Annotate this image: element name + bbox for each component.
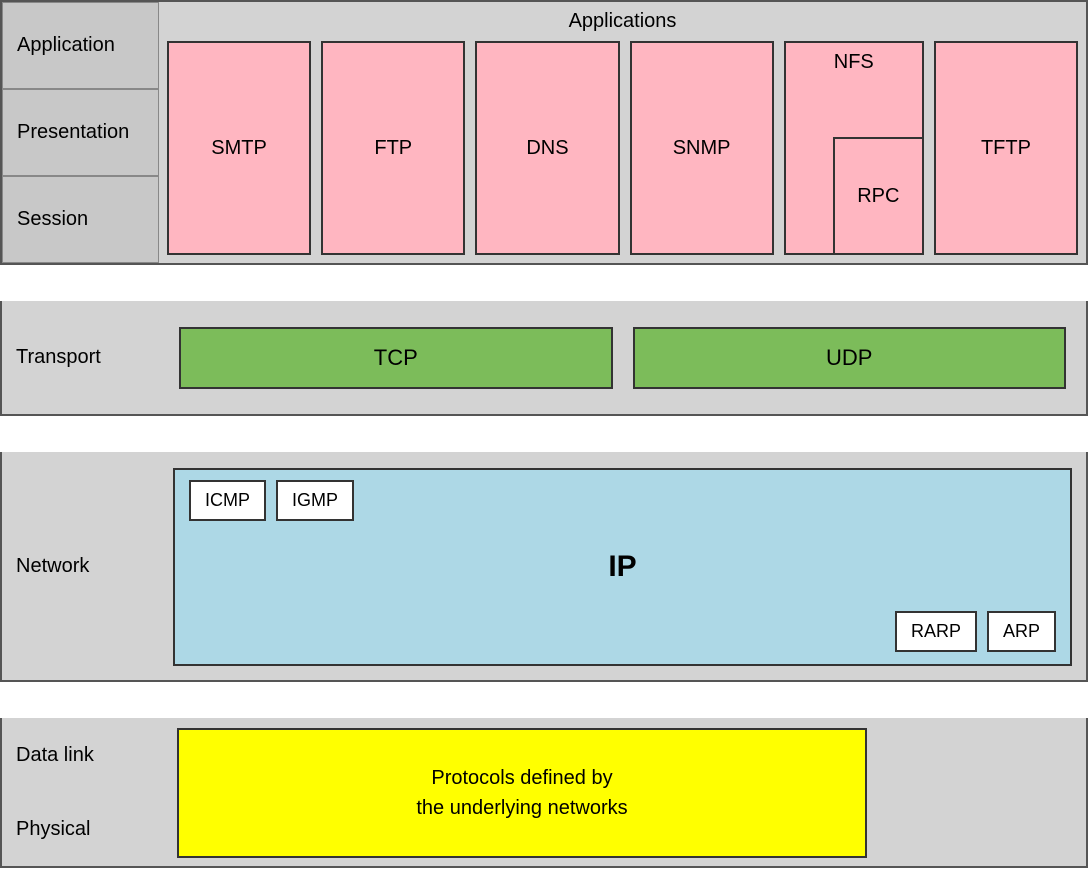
network-label: Network — [2, 555, 159, 578]
transport-label: Transport — [2, 346, 159, 369]
tftp-box: TFTP — [934, 41, 1078, 255]
network-content: ICMP IGMP IP RARP ARP — [159, 452, 1086, 680]
rpc-box: RPC — [833, 137, 924, 255]
session-label: Session — [2, 176, 159, 263]
dns-box: DNS — [475, 41, 619, 255]
icmp-igmp-row: ICMP IGMP — [189, 480, 354, 521]
igmp-box: IGMP — [276, 480, 354, 521]
arp-box: ARP — [987, 611, 1056, 652]
application-content: Applications SMTP FTP DNS SNMP NFS — [159, 2, 1086, 263]
spacer-3 — [0, 682, 1088, 700]
osi-diagram: Application Presentation Session Applica… — [0, 0, 1088, 895]
spacer-2 — [0, 416, 1088, 434]
spacer-1 — [0, 265, 1088, 283]
app-layer-labels: Application Presentation Session — [2, 2, 159, 263]
yellow-protocols-box: Protocols defined by the underlying netw… — [177, 728, 867, 858]
network-layer: Network ICMP IGMP IP RARP AR — [0, 452, 1088, 682]
datalink-label: Data link — [2, 744, 159, 767]
nfs-rpc-container: NFS RPC — [784, 41, 924, 255]
smtp-box: SMTP — [167, 41, 311, 255]
snmp-box: SNMP — [630, 41, 774, 255]
physical-label: Physical — [2, 818, 159, 841]
rarp-box: RARP — [895, 611, 977, 652]
ip-label: IP — [608, 550, 636, 584]
application-label: Application — [2, 2, 159, 89]
transport-content: TCP UDP — [159, 327, 1086, 389]
udp-box: UDP — [633, 327, 1067, 389]
tcp-box: TCP — [179, 327, 613, 389]
transport-layer: Transport TCP UDP — [0, 301, 1088, 416]
icmp-box: ICMP — [189, 480, 266, 521]
datalink-physical-layer: Data link Physical Protocols defined by … — [0, 718, 1088, 868]
applications-title: Applications — [167, 10, 1078, 33]
presentation-label: Presentation — [2, 89, 159, 176]
ip-outer-box: ICMP IGMP IP RARP ARP — [173, 468, 1072, 666]
app-protocol-boxes: SMTP FTP DNS SNMP NFS RPC — [167, 41, 1078, 255]
rarp-arp-row: RARP ARP — [895, 611, 1056, 652]
application-layer: Application Presentation Session Applica… — [0, 0, 1088, 265]
ftp-box: FTP — [321, 41, 465, 255]
